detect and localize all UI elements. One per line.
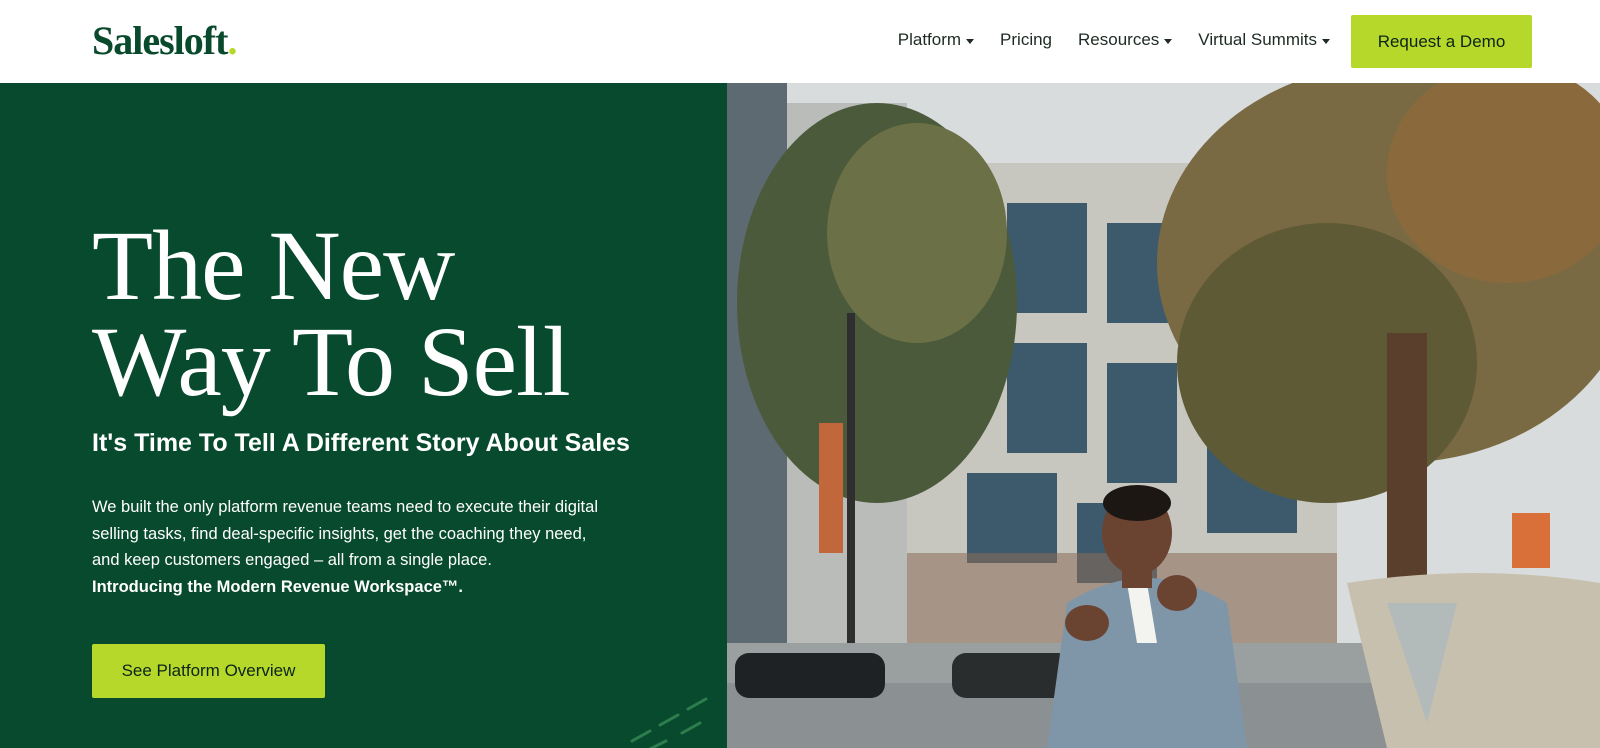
car-2: [952, 653, 1072, 698]
chevron-down-icon: [1322, 38, 1330, 44]
hero-body-text: We built the only platform revenue teams…: [92, 498, 598, 569]
request-demo-button[interactable]: Request a Demo: [1351, 15, 1532, 68]
fountain: [1347, 573, 1600, 748]
nav-item-label: Pricing: [1000, 30, 1053, 49]
nav-item-label: Platform: [897, 30, 962, 49]
chevron-down-icon: [966, 38, 975, 44]
banner: [819, 423, 843, 553]
main-nav: Platform Pricing Resources Virtual Summi…: [898, 28, 1330, 52]
decorative-dashes: [630, 697, 708, 748]
hero-video-still: [727, 83, 1600, 748]
nav-item-platform[interactable]: Platform: [897, 28, 975, 52]
nav-item-label: Virtual Summits: [1198, 30, 1317, 49]
car-1: [735, 653, 885, 698]
salesloft-logo[interactable]: Salesloft.: [92, 16, 237, 66]
headline-line-2: Way To Sell: [92, 306, 571, 417]
hero-video[interactable]: [727, 83, 1600, 748]
headline-line-1: The New: [92, 210, 455, 321]
hero-panel: The New Way To Sell It's Time To Tell A …: [0, 83, 727, 748]
logo-text: Salesloft: [92, 18, 228, 63]
see-platform-overview-button[interactable]: See Platform Overview: [92, 644, 325, 698]
hero-body: We built the only platform revenue teams…: [92, 494, 602, 600]
nav-item-label: Resources: [1078, 30, 1160, 49]
nav-item-virtual-summits[interactable]: Virtual Summits: [1198, 28, 1330, 52]
logo-dot: .: [227, 18, 237, 63]
hero-headline: The New Way To Sell: [92, 210, 692, 417]
hero-subheadline: It's Time To Tell A Different Story Abou…: [92, 429, 630, 457]
hero-body-strong: Introducing the Modern Revenue Workspace…: [92, 577, 464, 596]
nav-item-resources[interactable]: Resources: [1078, 28, 1173, 52]
chevron-down-icon: [1164, 38, 1173, 44]
site-header: Salesloft. Platform Pricing Resources Vi…: [0, 0, 1600, 83]
nav-item-pricing[interactable]: Pricing: [1000, 28, 1052, 52]
